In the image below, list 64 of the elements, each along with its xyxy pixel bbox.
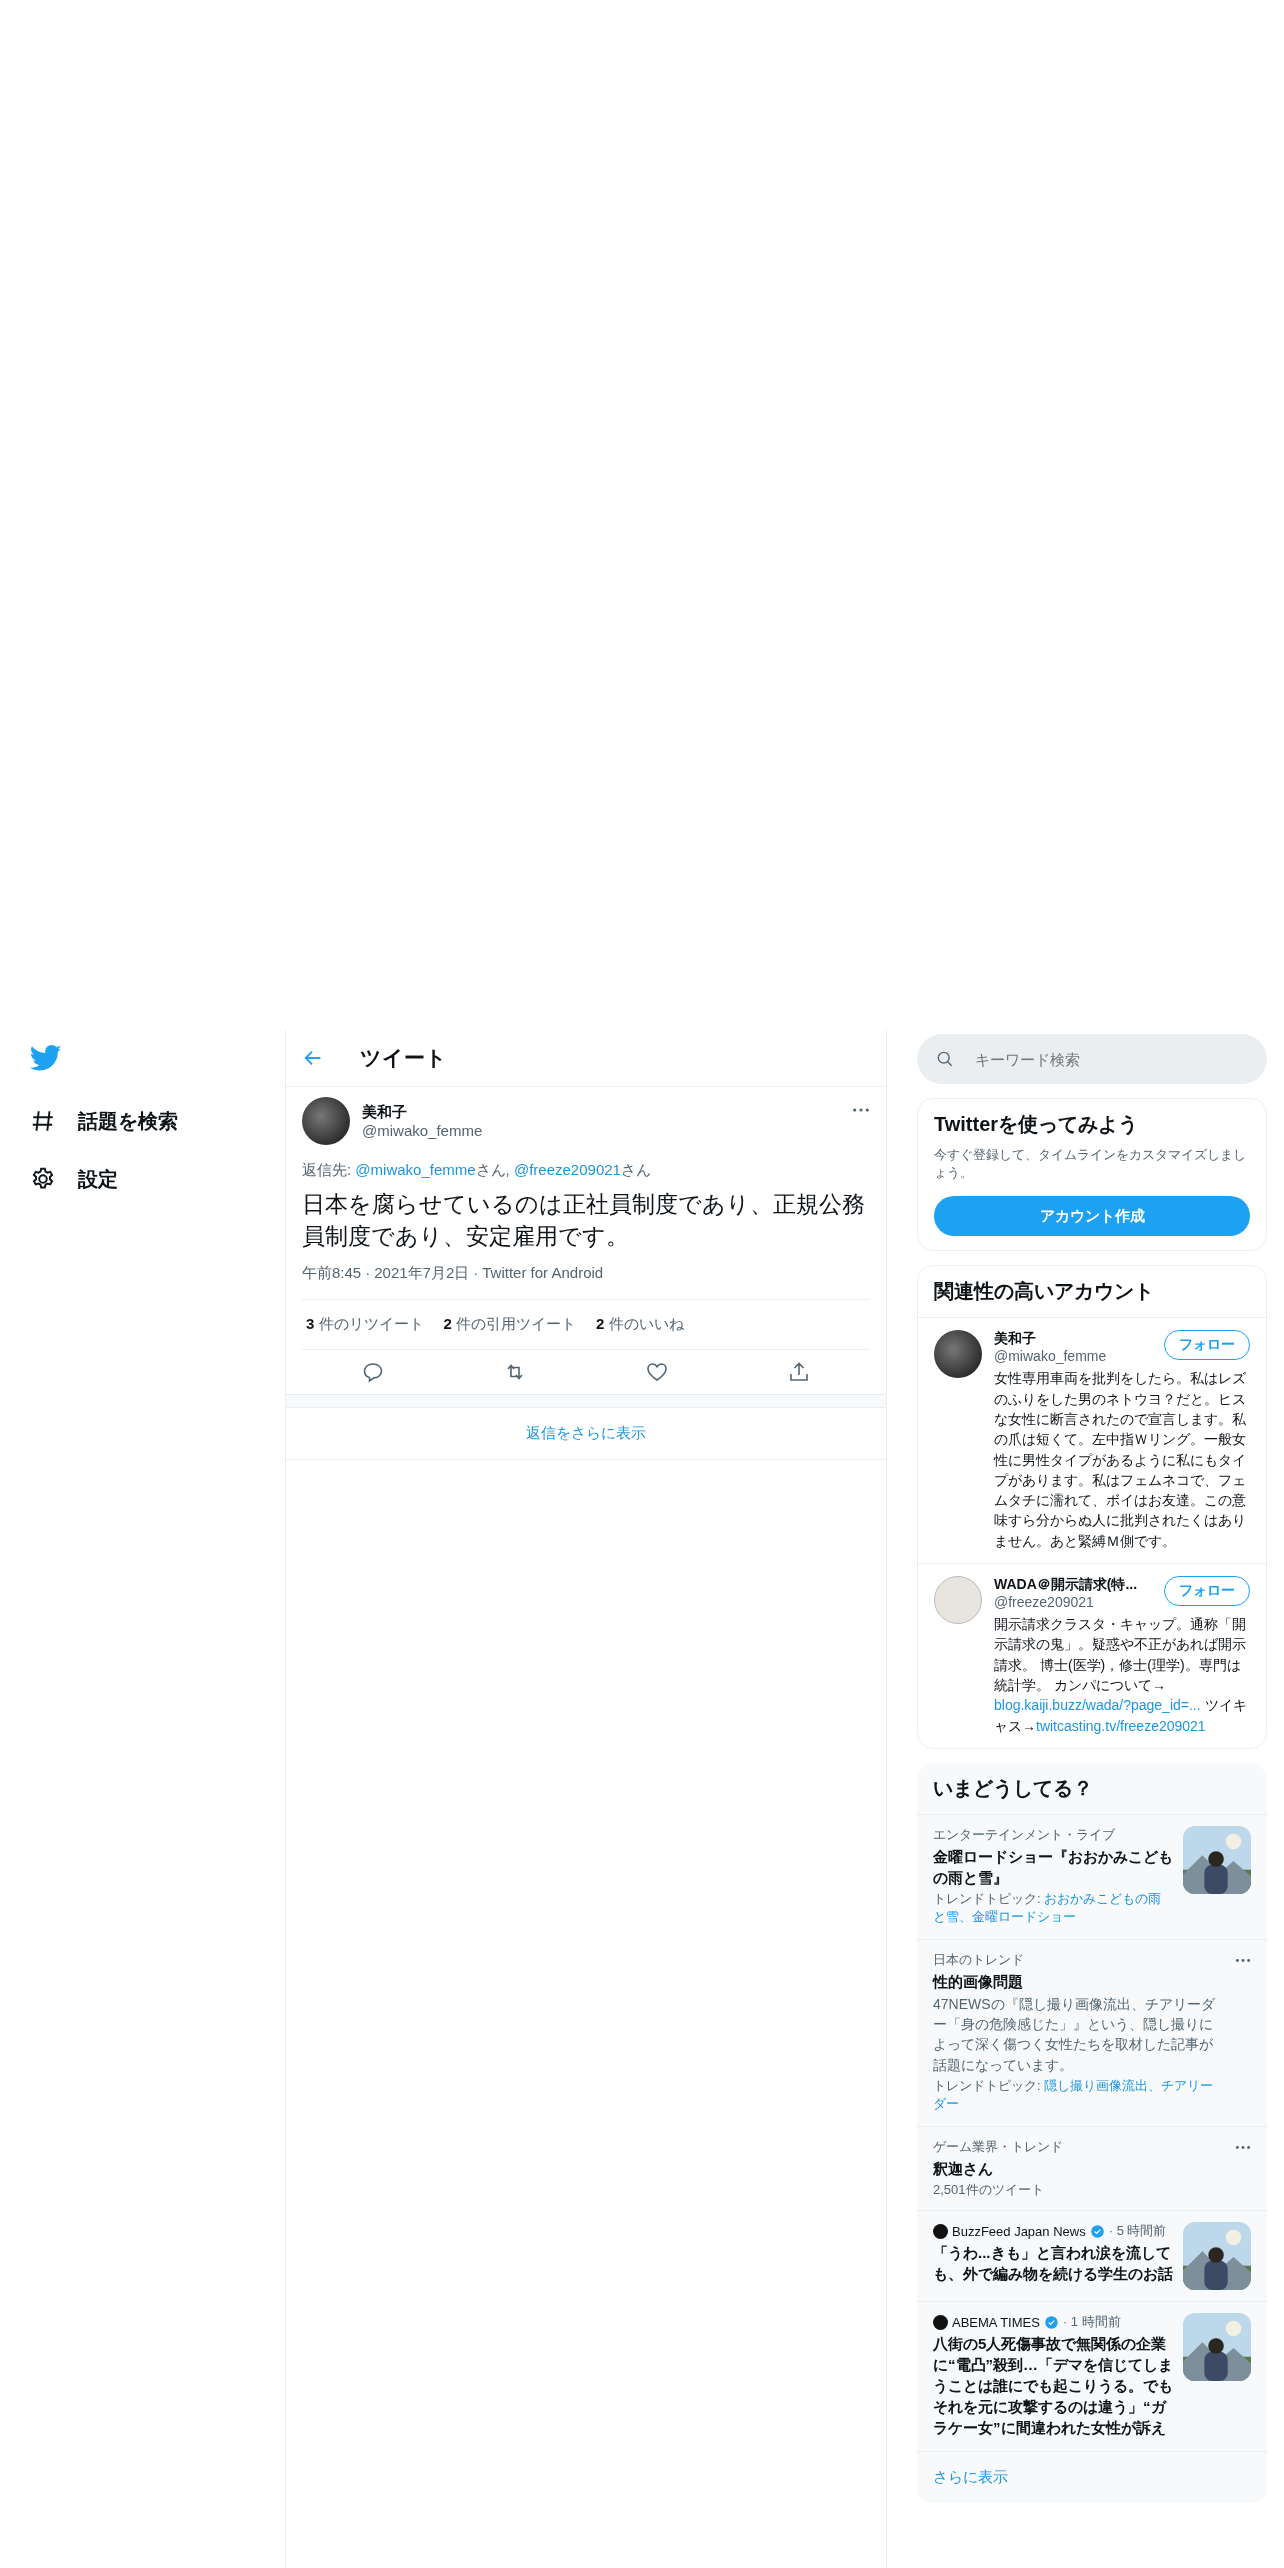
trend-item[interactable]: ゲーム業界・トレンド 釈迦さん 2,501件のツイート [917,2127,1267,2211]
avatar[interactable] [302,1097,350,1145]
card-title: Twitterを使ってみよう [934,1112,1140,1137]
stat-link[interactable]: 2 件の引用ツイート [443,1315,577,1335]
bio-link[interactable]: blog.kaiji.buzz/wada/?page_id=... [994,1697,1201,1714]
more-icon[interactable] [852,1107,870,1113]
bird-logo-icon[interactable] [30,1042,62,1074]
source-logo-icon [933,2314,948,2330]
bio-link[interactable]: twitcasting.tv/freeze209021 [1036,1717,1206,1734]
stat-link[interactable]: 2 件のいいね [596,1315,684,1335]
trend-item[interactable]: エンターテインメント・ライブ 金曜ロードショー『おおかみこどもの雨と雪』 トレンドトピック: おおかみこどもの雨と雪、金曜ロードショー [917,1814,1267,1940]
more-icon[interactable] [1235,1957,1251,1963]
tweet-count: 2,501件のツイート [933,2181,1045,2199]
user-handle[interactable]: @miwako_femme [362,1122,483,1139]
trend-title: 金曜ロードショー『おおかみこどもの雨と雪』 [933,1846,1173,1888]
tweet-time[interactable]: 午前8:45 [302,1264,362,1282]
page-title: ツイート [360,1045,447,1071]
trend-description: 47NEWSの『隠し撮り画像流出、チアリーダー「身の危険感じた」』という、隠し撮りによって深く傷つく女性たちを取材した記事が話題になっています。 [933,1994,1216,2075]
news-time: · 1 時間前 [1062,2313,1121,2331]
news-title: 八街の5人死傷事故で無関係の企業に“電凸”殺到…「デマを信じてしまうことは誰にでも起こりうる。でもそれを元に攻撃するのは違う」“ガラケー女”に間違われた女性が訴え [933,2334,1173,2438]
trend-category: ゲーム業界・トレンド [933,2138,1064,2156]
stat-link[interactable]: 3 件のリツイート [306,1315,424,1335]
trend-title: 釈迦さん [933,2159,994,2179]
nav-item[interactable]: 話題を検索 [30,1092,285,1150]
user-bio: 女性専用車両を批判をしたら。私はレズのふりをした男のネトウヨ？だと。ヒスな女性に断言されたので宣言します。私の爪は短くて。左中指Ｗリング。一般女性に男性タイプがあるように私にもタイプがあります。私はフェムネコで、フェムタチに濡れて、ボイはお友達。この意味すら分からぬ人に批判されたくはありません。あと緊縛Ｍ側です。 [994,1369,1247,1551]
user-bio: 開示請求クラスタ・キャップ。通称「開示請求の鬼」。疑惑や不正があれば開示請求。 博士(医学)，修士(理学)。専門は統計学。 カンパについて→ blog.kaiji.buzz/wada/?page_id=... ツイキャス→twitcasting.tv/freeze209021 [994,1615,1248,1736]
news-time: · 5 時間前 [1108,2222,1167,2240]
settings-icon [30,1166,56,1192]
separator-dot: · [365,1264,371,1282]
mention-link[interactable]: @freeze209021 [513,1161,621,1178]
tweet-date[interactable]: 2021年7月2日 [374,1264,470,1282]
mention-link[interactable]: @miwako_femme [355,1161,476,1178]
reply-to-text: 返信先: @miwako_femmeさん, @freeze209021さん [302,1161,652,1180]
tweet-text: 日本を腐らせているのは正社員制度であり、正規公務員制度であり、安定雇用です。 [302,1190,866,1252]
trend-category: 日本のトレンド [933,1950,1025,1969]
nav-item[interactable]: 設定 [30,1150,285,1208]
avatar[interactable] [934,1330,982,1379]
user-handle[interactable]: @freeze209021 [994,1594,1138,1611]
news-title: 「うわ...きも」と言われ涙を流しても、外で編み物を続ける学生のお話 [933,2243,1173,2284]
separator-dot: · [473,1264,479,1282]
user-name[interactable]: WADA＠開示請求(特... [994,1576,1138,1595]
trend-category: エンターテインメント・ライブ [933,1825,1116,1844]
search-icon [935,1049,955,1069]
card-title: 関連性の高いアカウント [918,1266,1266,1319]
news-source: BuzzFeed Japan News [952,2223,1086,2239]
trend-title: 性的画像問題 [933,1971,1024,1992]
reply-icon[interactable] [361,1360,385,1385]
user-name[interactable]: 美和子 [362,1103,483,1122]
news-source: ABEMA TIMES [952,2314,1040,2330]
user-name[interactable]: 美和子 [994,1330,1107,1349]
signup-text: 今すぐ登録して、タイムラインをカスタマイズしましょう。 [934,1146,1247,1183]
search-field[interactable]: キーワード検索 [917,1034,1267,1084]
tweet-source[interactable]: Twitter for Android [482,1264,604,1282]
trend-topic: トレンドトピック: おおかみこどもの雨と雪、金曜ロードショー [933,1889,1163,1926]
show-more-replies-link[interactable]: 返信をさらに表示 [286,1408,886,1461]
user-handle[interactable]: @miwako_femme [994,1348,1107,1365]
source-logo-icon [933,2223,948,2239]
hashtag-icon [30,1108,56,1134]
trend-topic: トレンドトピック: 隠し撮り画像流出、チアリーダー [933,2077,1215,2113]
trend-item[interactable]: ABEMA TIMES · 1 時間前 八街の5人死傷事故で無関係の企業に“電凸”殺到…「デマを信じてしまうことは誰にでも起こりうる。でもそれを元に攻撃するのは違う」“ガラケー女”に間違われた女性が訴え [917,2302,1267,2452]
more-icon[interactable] [1235,2145,1251,2150]
card-title: いまどうしてる？ [917,1762,1267,1815]
trend-item[interactable]: 日本のトレンド 性的画像問題 47NEWSの『隠し撮り画像流出、チアリーダー「身の危険感じた」』という、隠し撮りによって深く傷つく女性たちを取材した記事が話題になっています。 トレンドトピック: 隠し撮り画像流出、チアリーダー [917,1939,1267,2127]
trend-item[interactable]: BuzzFeed Japan News · 5 時間前 「うわ...きも」と言われ涙を流しても、外で編み物を続ける学生のお話 [917,2211,1267,2302]
